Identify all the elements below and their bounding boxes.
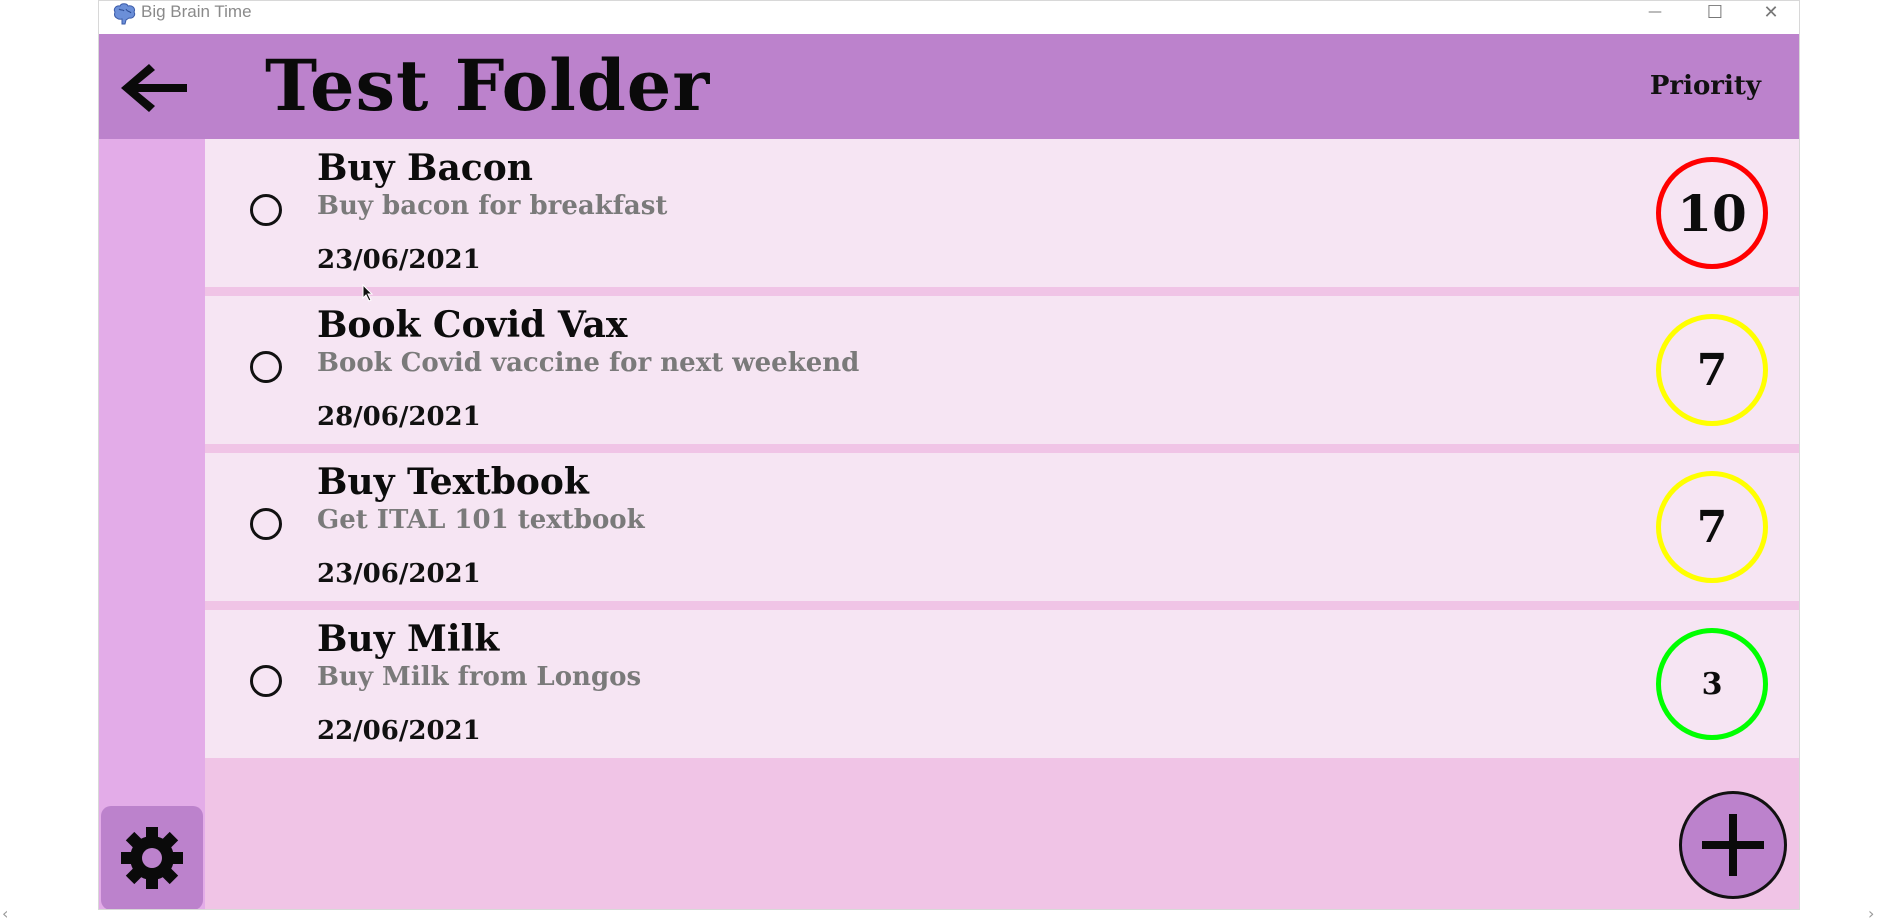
minimize-icon: —	[1648, 4, 1662, 20]
folder-title: Test Folder	[265, 44, 711, 127]
priority-badge: 7	[1656, 471, 1768, 583]
priority-badge: 3	[1656, 628, 1768, 740]
header-bar: Test Folder Priority	[99, 34, 1799, 139]
scroll-right-arrow[interactable]: ›	[1868, 904, 1874, 923]
sort-by-priority-button[interactable]: Priority	[1650, 68, 1761, 104]
title-bar[interactable]: Big Brain Time — ☐ ✕	[99, 1, 1799, 34]
scroll-left-arrow[interactable]: ‹	[2, 904, 8, 923]
task-description: Buy Milk from Longos	[317, 662, 642, 692]
task-date: 23/06/2021	[317, 559, 481, 589]
task-list: Buy Bacon Buy bacon for breakfast 23/06/…	[205, 139, 1799, 767]
task-row[interactable]: Buy Milk Buy Milk from Longos 22/06/2021…	[205, 610, 1799, 758]
task-title: Buy Milk	[317, 618, 500, 660]
complete-radio[interactable]	[250, 351, 282, 383]
task-description: Book Covid vaccine for next weekend	[317, 348, 860, 378]
plus-icon	[1702, 814, 1764, 876]
mouse-pointer-icon	[362, 284, 374, 302]
task-description: Get ITAL 101 textbook	[317, 505, 645, 535]
sidebar	[99, 139, 205, 909]
settings-button[interactable]	[101, 806, 203, 909]
task-row[interactable]: Book Covid Vax Book Covid vaccine for ne…	[205, 296, 1799, 444]
minimize-button[interactable]: —	[1625, 1, 1685, 23]
close-icon: ✕	[1763, 1, 1779, 23]
arrow-left-icon[interactable]	[115, 58, 191, 118]
maximize-button[interactable]: ☐	[1685, 1, 1745, 23]
complete-radio[interactable]	[250, 194, 282, 226]
maximize-icon: ☐	[1706, 1, 1724, 23]
app-content: Test Folder Priority Buy Bacon Buy bacon…	[99, 34, 1799, 909]
task-title: Book Covid Vax	[317, 304, 628, 346]
task-title: Buy Textbook	[317, 461, 589, 503]
gear-icon	[121, 827, 183, 889]
complete-radio[interactable]	[250, 665, 282, 697]
task-date: 22/06/2021	[317, 716, 481, 746]
task-row[interactable]: Buy Bacon Buy bacon for breakfast 23/06/…	[205, 139, 1799, 287]
app-window: Big Brain Time — ☐ ✕ Test Folder Priorit…	[98, 0, 1800, 910]
brain-icon	[113, 3, 136, 25]
task-description: Buy bacon for breakfast	[317, 191, 668, 221]
priority-badge: 7	[1656, 314, 1768, 426]
window-title: Big Brain Time	[141, 2, 252, 21]
task-title: Buy Bacon	[317, 147, 533, 189]
close-button[interactable]: ✕	[1741, 1, 1799, 23]
add-task-button[interactable]	[1679, 791, 1787, 899]
task-date: 23/06/2021	[317, 245, 481, 275]
complete-radio[interactable]	[250, 508, 282, 540]
task-row[interactable]: Buy Textbook Get ITAL 101 textbook 23/06…	[205, 453, 1799, 601]
priority-badge: 10	[1656, 157, 1768, 269]
task-date: 28/06/2021	[317, 402, 481, 432]
